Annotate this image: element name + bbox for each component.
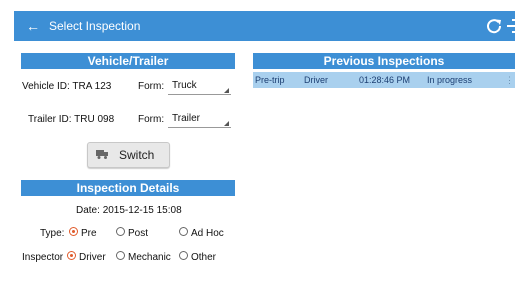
date-row: Date: 2015-12-15 15:08 xyxy=(76,205,182,217)
dropdown-caret-icon xyxy=(224,88,229,93)
row-time: 01:28:46 PM xyxy=(359,75,411,85)
previous-inspection-row[interactable]: Pre-trip Driver 01:28:46 PM In progress … xyxy=(253,72,515,88)
trailer-id-label: Trailer ID: xyxy=(28,114,72,125)
date-label: Date: xyxy=(76,205,100,216)
switch-button[interactable]: Switch xyxy=(87,142,170,168)
type-label: Type: xyxy=(40,228,65,239)
row-status: In progress xyxy=(427,75,473,85)
vehicle-id-row: Vehicle ID: TRA 123 xyxy=(22,81,111,93)
trailer-form-value: Trailer xyxy=(172,113,200,124)
inspector-mechanic-radio[interactable] xyxy=(116,251,125,260)
type-post-label: Post xyxy=(128,228,149,239)
inspector-other-label: Other xyxy=(191,252,217,263)
back-arrow-icon[interactable]: ← xyxy=(26,18,40,34)
truck-icon xyxy=(96,150,108,159)
type-post-radio[interactable] xyxy=(116,227,125,236)
trailer-form-label: Form: xyxy=(138,114,165,125)
page-title: Select Inspection xyxy=(49,19,141,33)
type-pre-label: Pre xyxy=(81,228,97,239)
exit-icon[interactable] xyxy=(506,17,515,35)
inspector-driver-label: Driver xyxy=(79,252,106,263)
inspector-label: Inspector xyxy=(22,252,64,263)
row-inspector: Driver xyxy=(304,75,328,85)
type-pre-radio[interactable] xyxy=(69,227,78,236)
vehicle-id-value: TRA 123 xyxy=(72,81,112,92)
vehicle-form-select[interactable]: Truck xyxy=(168,78,231,95)
vehicle-form-label: Form: xyxy=(138,81,165,92)
trailer-form-select[interactable]: Trailer xyxy=(168,111,231,128)
vehicle-trailer-header: Vehicle/Trailer xyxy=(21,53,235,69)
vehicle-form-value: Truck xyxy=(172,80,197,91)
inspector-mechanic-label: Mechanic xyxy=(128,252,171,263)
overflow-menu-icon[interactable]: ⋮ xyxy=(505,75,514,85)
trailer-id-row: Trailer ID: TRU 098 xyxy=(28,114,114,126)
switch-button-label: Switch xyxy=(119,148,155,162)
inspector-driver-radio[interactable] xyxy=(67,251,76,260)
app-bar: ← Select Inspection xyxy=(14,11,515,41)
trailer-id-value: TRU 098 xyxy=(74,114,115,125)
dropdown-caret-icon xyxy=(224,121,229,126)
vehicle-id-label: Vehicle ID: xyxy=(22,81,70,92)
previous-inspections-header: Previous Inspections xyxy=(253,53,515,69)
inspector-other-radio[interactable] xyxy=(179,251,188,260)
type-adhoc-radio[interactable] xyxy=(179,227,188,236)
row-type: Pre-trip xyxy=(255,75,285,85)
date-value: 2015-12-15 15:08 xyxy=(102,205,182,216)
inspection-details-header: Inspection Details xyxy=(21,180,235,196)
refresh-icon[interactable] xyxy=(485,17,503,35)
type-adhoc-label: Ad Hoc xyxy=(191,228,224,239)
